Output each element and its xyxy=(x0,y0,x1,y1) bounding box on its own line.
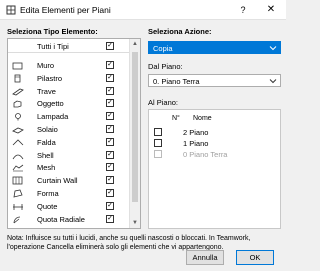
to-floor-list[interactable]: N° Nome 2 Piano 1 Piano 0 Piano Terra xyxy=(148,109,281,229)
floor-checkbox[interactable] xyxy=(154,128,162,136)
object-icon xyxy=(13,100,22,108)
wall-icon xyxy=(12,62,23,70)
element-type-label: Mesh xyxy=(37,163,56,173)
element-type-row[interactable]: Solaio ✓ xyxy=(8,124,129,135)
floor-row[interactable]: 1 Piano xyxy=(149,138,280,148)
chevron-down-icon xyxy=(269,46,277,51)
floor-name-text: Piano Terra xyxy=(189,150,228,159)
floor-number: 0 xyxy=(183,150,188,159)
floor-row[interactable]: 2 Piano xyxy=(149,127,280,137)
scroll-up-icon[interactable]: ▲ xyxy=(132,41,138,47)
scroll-thumb[interactable] xyxy=(132,52,138,202)
element-type-row[interactable]: Forma ✓ xyxy=(8,188,129,199)
element-type-label: Lampada xyxy=(37,112,69,122)
from-floor-label: Dal Piano: xyxy=(148,62,183,71)
element-type-row[interactable]: Curtain Wall ✓ xyxy=(8,175,129,186)
element-type-label: Solaio xyxy=(37,125,58,134)
floor-row: 0 Piano Terra xyxy=(149,149,280,159)
scroll-down-icon[interactable]: ▼ xyxy=(132,220,138,226)
element-type-list[interactable]: Tutti i Tipi ✓ Muro ✓ Pilastro ✓ Trave ✓ Ogget… xyxy=(7,38,141,229)
element-type-row[interactable]: Shell ✓ xyxy=(8,150,129,161)
cancel-button[interactable]: Annulla xyxy=(186,250,224,265)
floor-number-header: N° xyxy=(172,115,180,122)
floor-checkbox[interactable] xyxy=(154,139,162,147)
floor-name: 2 Piano xyxy=(183,128,208,137)
element-type-checkbox[interactable]: ✓ xyxy=(106,150,114,159)
element-type-checkbox[interactable]: ✓ xyxy=(106,176,114,185)
element-type-row[interactable]: Pilastro ✓ xyxy=(8,73,129,84)
dimension-icon xyxy=(13,203,23,210)
element-type-checkbox[interactable]: ✓ xyxy=(106,189,114,197)
mesh-icon xyxy=(12,165,24,172)
element-type-heading: Seleziona Tipo Elemento: xyxy=(7,27,98,36)
title-bar: Edita Elementi per Piani ? ✕ xyxy=(0,0,286,20)
all-types-label: Tutti i Tipi xyxy=(37,42,69,51)
element-type-checkbox[interactable]: ✓ xyxy=(106,137,114,146)
element-type-label: Muro xyxy=(37,61,55,70)
floor-number: 1 xyxy=(183,139,188,148)
element-type-row[interactable]: Mesh ✓ xyxy=(8,162,129,173)
radial-dimension-icon xyxy=(13,216,21,223)
element-type-row[interactable]: Oggetto ✓ xyxy=(8,98,129,109)
element-type-checkbox[interactable]: ✓ xyxy=(106,201,114,210)
slab-icon xyxy=(12,127,24,134)
close-button[interactable]: ✕ xyxy=(264,3,278,17)
floor-name-text: Piano xyxy=(189,128,209,137)
ok-button[interactable]: OK xyxy=(236,250,274,265)
element-type-label: Shell xyxy=(37,150,54,160)
element-type-checkbox[interactable]: ✓ xyxy=(106,99,114,108)
help-button[interactable]: ? xyxy=(236,3,250,17)
element-type-label: Trave xyxy=(37,86,56,96)
element-type-label: Forma xyxy=(37,189,59,198)
element-type-label: Quota Radiale xyxy=(37,214,85,224)
floor-name-text: Piano xyxy=(189,139,209,148)
action-dropdown[interactable]: Copia xyxy=(148,41,281,54)
lamp-icon xyxy=(15,113,21,121)
roof-icon xyxy=(12,139,24,146)
element-type-row[interactable]: Falda ✓ xyxy=(8,137,129,148)
floor-checkbox xyxy=(154,150,162,158)
element-type-checkbox[interactable]: ✓ xyxy=(106,214,114,223)
morph-icon xyxy=(13,189,23,198)
column-icon xyxy=(14,74,21,83)
all-types-checkbox[interactable]: ✓ xyxy=(106,42,114,50)
element-type-label: Oggetto xyxy=(37,99,64,109)
curtain-wall-icon xyxy=(12,176,23,185)
element-type-checkbox[interactable]: ✓ xyxy=(106,125,114,133)
floor-name: 1 Piano xyxy=(183,139,208,148)
element-type-checkbox[interactable]: ✓ xyxy=(106,112,114,121)
window-title: Edita Elementi per Piani xyxy=(20,5,111,15)
element-type-checkbox[interactable]: ✓ xyxy=(106,61,114,69)
action-value: Copia xyxy=(153,44,173,53)
element-type-row[interactable]: Muro ✓ xyxy=(8,60,129,71)
element-type-label: Quote xyxy=(37,201,58,211)
element-type-row[interactable]: Trave ✓ xyxy=(8,86,129,97)
element-type-checkbox[interactable]: ✓ xyxy=(106,73,114,82)
element-type-label: Falda xyxy=(37,137,56,147)
from-floor-value: 0. Piano Terra xyxy=(153,77,200,86)
to-floor-label: Al Piano: xyxy=(148,98,179,107)
chevron-down-icon xyxy=(269,79,277,84)
element-type-row[interactable]: Lampada ✓ xyxy=(8,111,129,122)
element-type-label: Pilastro xyxy=(37,73,63,83)
from-floor-dropdown[interactable]: 0. Piano Terra xyxy=(148,74,281,87)
app-icon xyxy=(6,5,16,15)
all-types-row[interactable]: Tutti i Tipi ✓ xyxy=(8,39,129,53)
element-type-checkbox[interactable]: ✓ xyxy=(106,86,114,95)
element-type-row[interactable]: Quota Radiale ✓ xyxy=(8,214,129,225)
floor-number: 2 xyxy=(183,128,188,137)
element-type-label: Curtain Wall xyxy=(37,176,78,186)
floor-name: 0 Piano Terra xyxy=(183,150,227,159)
shell-icon xyxy=(12,154,24,159)
floor-name-header: Nome xyxy=(193,115,212,122)
action-heading: Seleziona Azione: xyxy=(148,27,212,36)
element-type-row[interactable]: Quote ✓ xyxy=(8,201,129,212)
element-type-checkbox[interactable]: ✓ xyxy=(106,163,114,172)
element-list-scrollbar[interactable]: ▲ ▼ xyxy=(129,39,140,228)
beam-icon xyxy=(12,88,24,96)
